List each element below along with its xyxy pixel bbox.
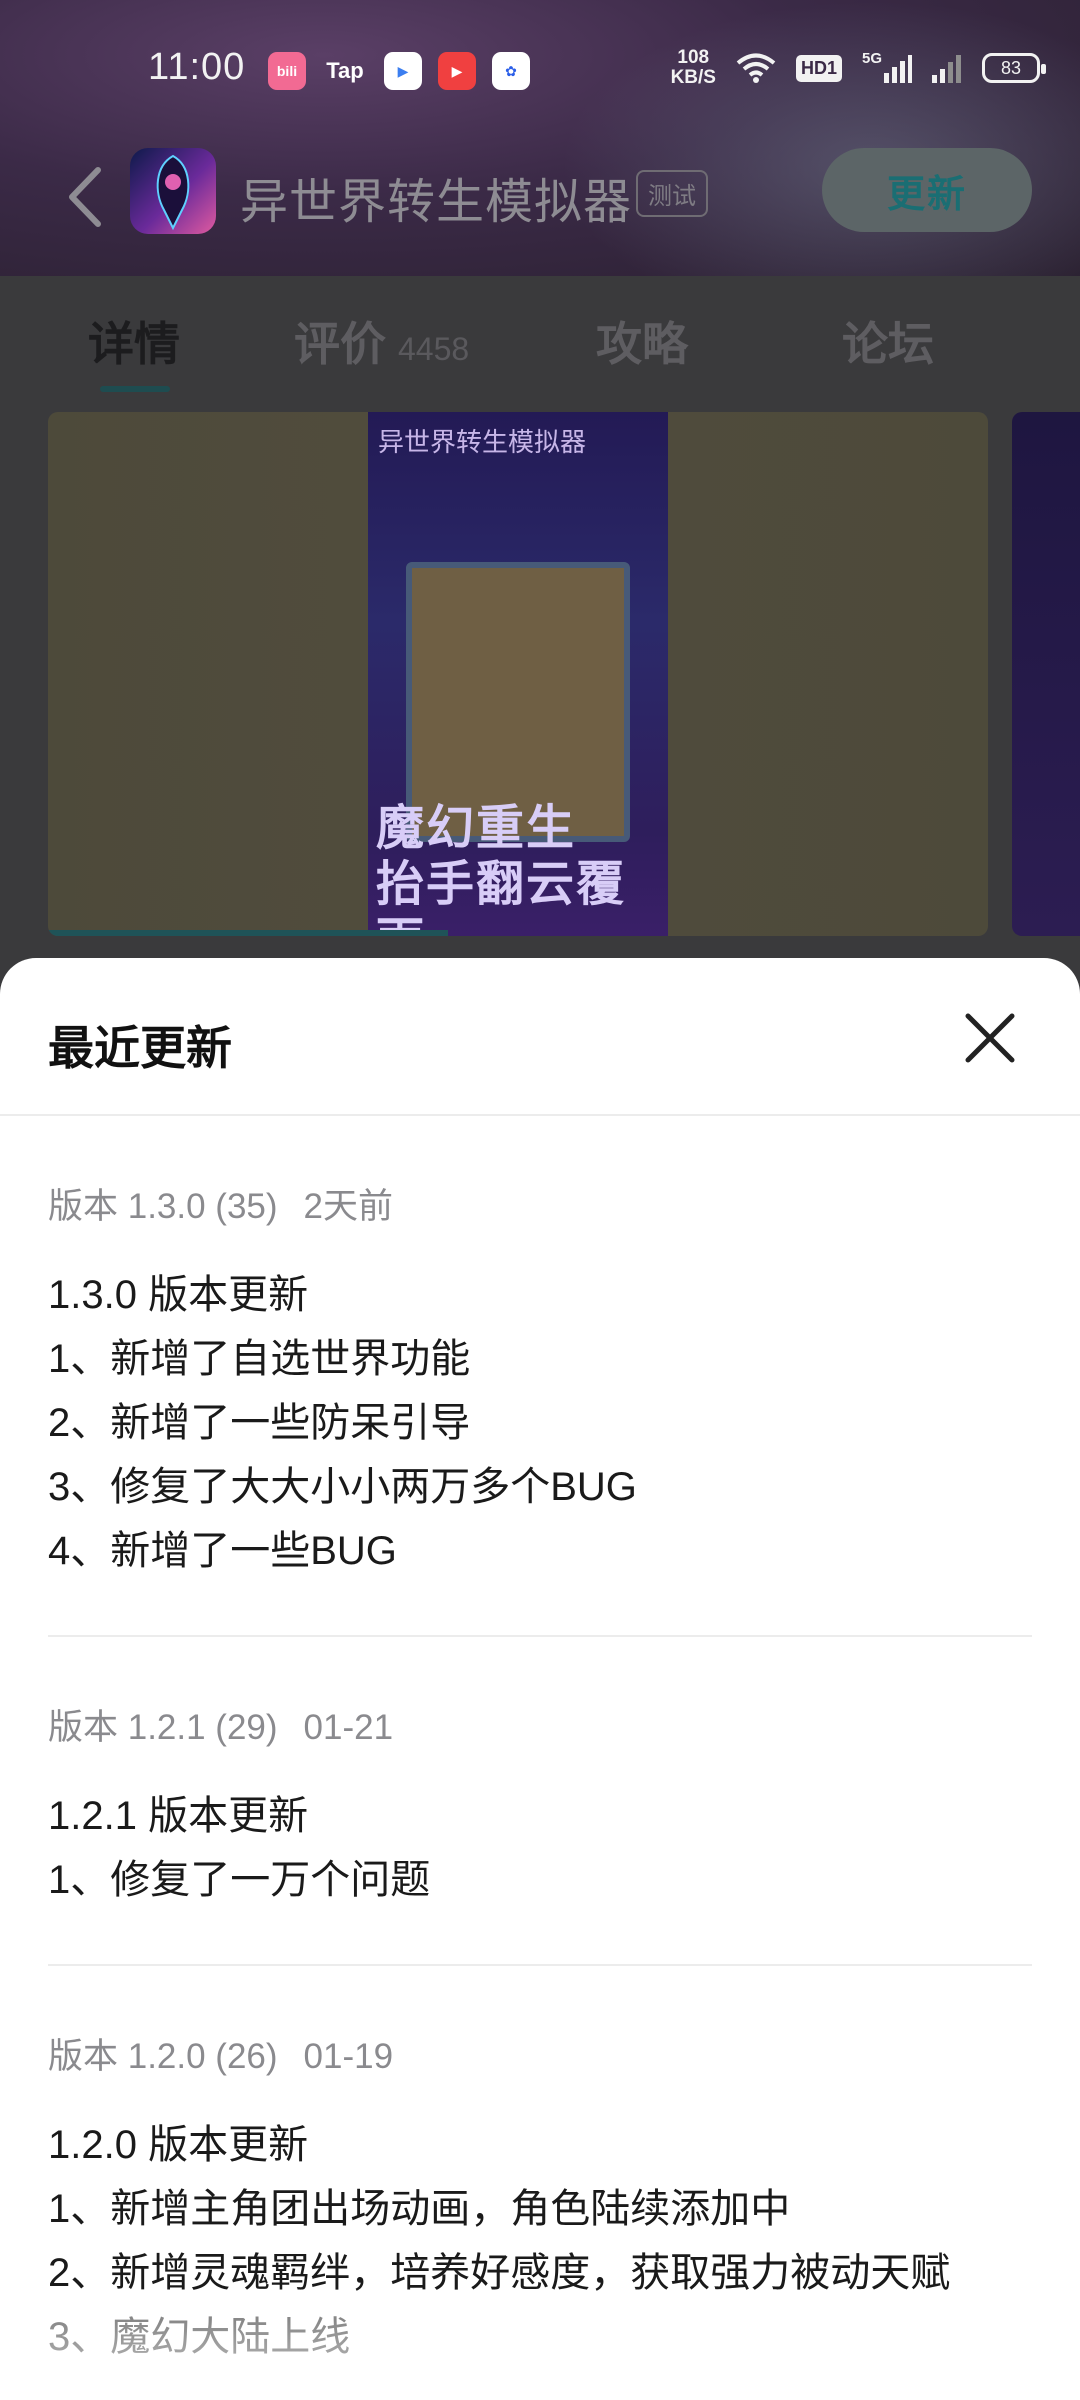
version-date: 01-19 xyxy=(303,2037,394,2076)
screenshot-carousel[interactable]: 异世界转生模拟器 魔幻重生 抬手翻云覆雨 xyxy=(0,410,1080,950)
test-badge: 测试 xyxy=(636,170,708,217)
version-number: 版本 1.2.1 (29) xyxy=(48,1708,278,1747)
close-icon xyxy=(965,1013,1015,1063)
changelog-line: 2、新增了一些防呆引导 xyxy=(48,1401,471,1445)
changelog-line: 1.3.0 版本更新 xyxy=(48,1273,309,1317)
back-button[interactable] xyxy=(62,162,112,232)
detail-tabs: 详情 评价 4458 攻略 论坛 xyxy=(0,276,1080,396)
version-meta: 版本 1.2.1 (29) 01-21 xyxy=(48,1699,1032,1750)
version-entry: 版本 1.3.0 (35) 2天前 1.3.0 版本更新 1、新增了自选世界功能 … xyxy=(0,1116,1080,1635)
screenshot-poster: 异世界转生模拟器 魔幻重生 抬手翻云覆雨 xyxy=(368,412,668,936)
app-icon xyxy=(130,148,216,234)
changelog-line: 1、修复了一万个问题 xyxy=(48,1858,431,1902)
bilibili-icon: bili xyxy=(268,52,306,90)
changelog: 1.3.0 版本更新 1、新增了自选世界功能 2、新增了一些防呆引导 3、修复了… xyxy=(48,1263,1032,1583)
tab-forum[interactable]: 论坛 xyxy=(842,308,934,374)
active-tab-indicator xyxy=(100,386,170,392)
video-progress-bar xyxy=(48,930,448,936)
sheet-title: 最近更新 xyxy=(48,1022,232,1074)
baidu-icon: ✿ xyxy=(492,52,530,90)
changelog-line: 2、新增灵魂羁绊，培养好感度，获取强力被动天赋 xyxy=(48,2251,951,2295)
video-app-icon: ▶ xyxy=(384,52,422,90)
signal-icon xyxy=(932,50,962,86)
changelog-line: 1、新增主角团出场动画，角色陆续添加中 xyxy=(48,2187,791,2231)
version-number: 版本 1.2.0 (26) xyxy=(48,2037,278,2076)
notification-icons: bili Tap ▶ ▶ ✿ xyxy=(268,52,530,90)
signal-5g-icon: 5G xyxy=(862,50,912,86)
changelog-line: 4、新增了一些BUG xyxy=(48,1529,397,1573)
tab-guides[interactable]: 攻略 xyxy=(596,308,688,374)
changelog: 1.2.1 版本更新 1、修复了一万个问题 xyxy=(48,1784,1032,1912)
version-date: 2天前 xyxy=(303,1187,394,1226)
changelog-line: 1.2.1 版本更新 xyxy=(48,1794,309,1838)
wifi-icon xyxy=(736,50,776,86)
version-date: 01-21 xyxy=(303,1708,394,1747)
version-number: 版本 1.3.0 (35) xyxy=(48,1187,278,1226)
status-right-icons: 108 KB/S HD1 5G 83 xyxy=(670,47,1046,88)
play-app-icon: ▶ xyxy=(438,52,476,90)
review-count: 4458 xyxy=(398,331,470,367)
network-speed: 108 KB/S xyxy=(670,47,716,88)
changelog-line: 1.2.0 版本更新 xyxy=(48,2123,309,2167)
recent-updates-sheet: 最近更新 版本 1.3.0 (35) 2天前 1.3.0 版本更新 1、新增了自选… xyxy=(0,958,1080,2400)
app-title: 异世界转生模拟器 xyxy=(240,176,633,229)
tab-details[interactable]: 详情 xyxy=(88,308,180,374)
scroll-fade xyxy=(0,2320,1080,2400)
taptap-icon: Tap xyxy=(326,58,364,83)
app-nav-bar: 异世界转生模拟器 测试 更新 xyxy=(0,140,1080,260)
battery-icon: 83 xyxy=(982,53,1046,83)
changelog-line: 1、新增了自选世界功能 xyxy=(48,1337,471,1381)
sheet-header: 最近更新 xyxy=(0,958,1080,1116)
screenshot-2[interactable] xyxy=(1012,412,1080,936)
version-entry: 版本 1.2.1 (29) 01-21 1.2.1 版本更新 1、修复了一万个问题 xyxy=(0,1637,1080,1964)
tab-reviews[interactable]: 评价 4458 xyxy=(294,308,469,374)
screenshot-1[interactable]: 异世界转生模拟器 魔幻重生 抬手翻云覆雨 xyxy=(48,412,988,936)
status-bar: 11:00 bili Tap ▶ ▶ ✿ 108 KB/S HD1 5G 83 xyxy=(0,0,1080,140)
version-entry: 版本 1.2.0 (26) 01-19 1.2.0 版本更新 1、新增主角团出场动… xyxy=(0,1966,1080,2369)
update-button[interactable]: 更新 xyxy=(822,148,1032,232)
poster-title: 异世界转生模拟器 xyxy=(378,428,587,458)
close-button[interactable] xyxy=(960,1008,1020,1068)
version-meta: 版本 1.2.0 (26) 01-19 xyxy=(48,2028,1032,2079)
changelog-line: 3、修复了大大小小两万多个BUG xyxy=(48,1465,637,1509)
version-meta: 版本 1.3.0 (35) 2天前 xyxy=(48,1178,1032,1229)
chevron-left-icon xyxy=(69,167,101,227)
hd-icon: HD1 xyxy=(795,50,842,86)
status-time: 11:00 xyxy=(148,46,246,88)
poster-slogan: 魔幻重生 抬手翻云覆雨 xyxy=(376,800,627,936)
